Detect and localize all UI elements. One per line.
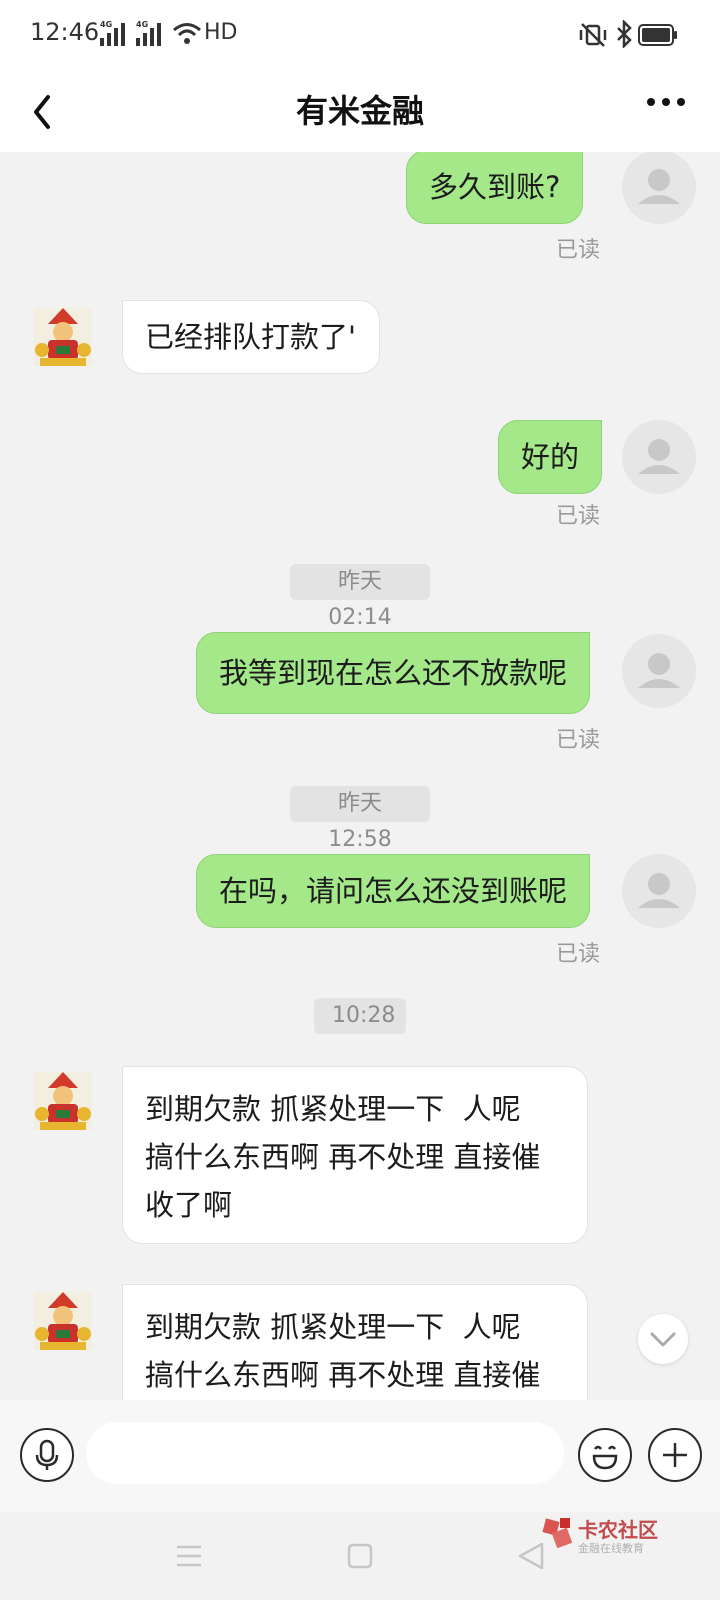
message-line: 收了啊: [145, 1188, 233, 1222]
battery-icon: [638, 24, 677, 46]
home-nav-icon[interactable]: [346, 1542, 374, 1570]
message-timestamp: 昨天 12:58: [290, 786, 430, 852]
smiley-icon: [592, 1445, 618, 1470]
outgoing-message-bubble[interactable]: 好的: [498, 420, 603, 494]
outgoing-message-bubble[interactable]: 我等到现在怎么还不放款呢: [196, 632, 591, 714]
chevron-down-icon: [650, 1332, 676, 1347]
hd-voice-label: HD: [204, 20, 238, 45]
more-dots-icon: [647, 98, 685, 106]
incoming-message-bubble[interactable]: 到期欠款 抓紧处理一下 人呢 搞什么东西啊 再不处理 直接催: [122, 1284, 588, 1400]
read-status: 已读: [556, 504, 601, 529]
agent-avatar[interactable]: [26, 1284, 100, 1358]
message-timestamp: 10:28: [314, 998, 406, 1034]
user-avatar[interactable]: [622, 420, 696, 494]
fortune-god-avatar-icon: [34, 1072, 92, 1130]
signal-icon: 4G: [136, 20, 164, 46]
wifi-icon: [173, 23, 201, 44]
scroll-to-bottom-button[interactable]: [638, 1314, 688, 1364]
watermark-subtitle: 金融在线教育: [578, 1542, 644, 1555]
message-line: 到期欠款 抓紧处理一下 人呢: [145, 1092, 521, 1126]
incoming-message-bubble[interactable]: 到期欠款 抓紧处理一下 人呢 搞什么东西啊 再不处理 直接催 收了啊: [122, 1066, 588, 1244]
watermark-text: 卡农社区: [578, 1518, 658, 1542]
message-timestamp: 昨天 02:14: [290, 564, 430, 630]
fortune-god-avatar-icon: [34, 308, 92, 366]
outgoing-message-bubble[interactable]: 在吗，请问怎么还没到账呢: [196, 854, 591, 928]
user-avatar[interactable]: [622, 854, 696, 928]
vibrate-icon: [579, 23, 607, 47]
chat-header: 有米金融: [0, 70, 720, 152]
plus-icon: [663, 1443, 687, 1467]
status-bar: 12:46 4G 4G HD: [0, 0, 720, 70]
person-icon: [638, 873, 680, 908]
watermark: 卡农社区 金融在线教育: [542, 1512, 712, 1564]
voice-input-button[interactable]: [20, 1428, 74, 1482]
menu-nav-icon[interactable]: [174, 1542, 204, 1570]
kanong-logo-icon: [542, 1518, 573, 1549]
add-attachment-button[interactable]: [648, 1428, 702, 1482]
person-icon: [638, 439, 680, 474]
emoji-button[interactable]: [578, 1428, 632, 1482]
system-nav-bar: 卡农社区 金融在线教育: [0, 1512, 720, 1600]
read-status: 已读: [556, 728, 601, 753]
person-icon: [638, 653, 680, 688]
network-type-label: 4G: [136, 20, 149, 29]
outgoing-message-bubble[interactable]: 多久到账?: [406, 152, 584, 224]
agent-avatar[interactable]: [26, 1064, 100, 1138]
incoming-message-bubble[interactable]: 已经排队打款了': [122, 300, 380, 374]
status-time: 12:46: [30, 18, 100, 46]
fortune-god-avatar-icon: [34, 1292, 92, 1350]
message-input[interactable]: [86, 1422, 564, 1484]
chevron-left-icon: [34, 95, 50, 129]
network-type-label: 4G: [100, 20, 113, 29]
back-button[interactable]: [24, 82, 74, 138]
bluetooth-icon: [617, 20, 632, 48]
message-line: 搞什么东西啊 再不处理 直接催: [145, 1140, 541, 1174]
agent-avatar[interactable]: [26, 300, 100, 374]
user-avatar[interactable]: [622, 152, 696, 224]
read-status: 已读: [556, 942, 601, 967]
read-status: 已读: [556, 238, 601, 263]
signal-icon: 4G: [100, 20, 128, 46]
chat-messages[interactable]: 多久到账? 已读 已经排队打款了' 好的 已读 昨天 02:14 我等到现在怎么: [0, 152, 720, 1400]
person-icon: [638, 169, 680, 204]
page-title: 有米金融: [295, 92, 424, 130]
more-options-button[interactable]: [646, 94, 696, 124]
user-avatar[interactable]: [622, 634, 696, 708]
message-input-bar: [0, 1400, 720, 1512]
microphone-icon: [35, 1439, 59, 1470]
message-line: 搞什么东西啊 再不处理 直接催: [145, 1358, 541, 1392]
message-line: 到期欠款 抓紧处理一下 人呢: [145, 1310, 521, 1344]
